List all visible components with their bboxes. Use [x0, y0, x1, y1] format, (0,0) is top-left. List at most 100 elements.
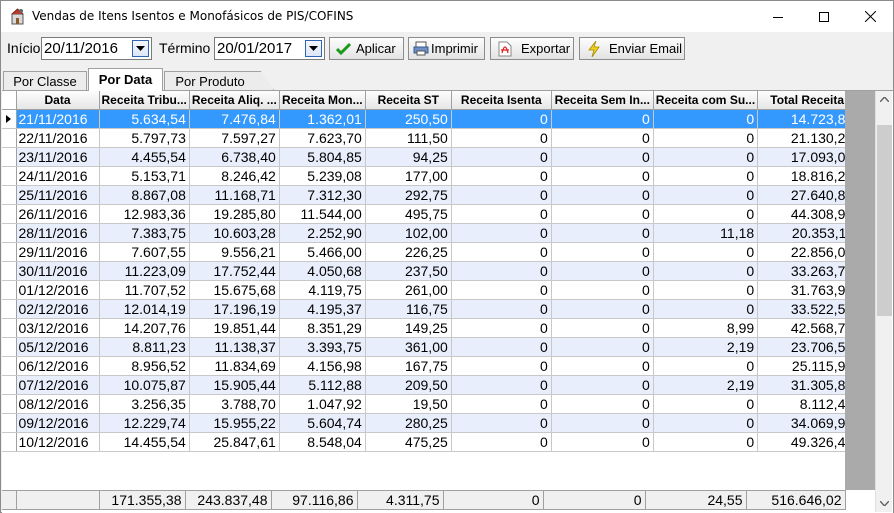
value-cell[interactable]: 17.752,44: [189, 261, 280, 281]
row-indicator-cell[interactable]: [2, 413, 17, 433]
column-header[interactable]: Receita Isenta: [451, 91, 552, 110]
value-cell[interactable]: 3.393,75: [279, 337, 366, 357]
value-cell[interactable]: 261,00: [365, 280, 452, 300]
table-row[interactable]: 10/12/2016 14.455,54 25.847,61 8.548,04 475,…: [2, 432, 858, 452]
column-header[interactable]: Receita Tribu...: [99, 91, 190, 110]
value-cell[interactable]: 167,75: [365, 356, 452, 376]
row-indicator-cell[interactable]: [2, 242, 17, 262]
value-cell[interactable]: 0: [653, 394, 759, 414]
date-cell[interactable]: 29/11/2016: [16, 242, 100, 262]
value-cell[interactable]: 116,75: [365, 299, 452, 319]
value-cell[interactable]: 21.130,20: [757, 128, 858, 148]
close-button[interactable]: [847, 1, 893, 32]
row-indicator-cell[interactable]: [2, 280, 17, 300]
value-cell[interactable]: 12.014,19: [99, 299, 190, 319]
column-header[interactable]: Data: [16, 91, 100, 110]
table-row[interactable]: 22/11/2016 5.797,73 7.597,27 7.623,70 111,50…: [2, 128, 858, 148]
value-cell[interactable]: 361,00: [365, 337, 452, 357]
value-cell[interactable]: 8.867,08: [99, 185, 190, 205]
value-cell[interactable]: 5.804,85: [279, 147, 366, 167]
value-cell[interactable]: 0: [653, 147, 759, 167]
value-cell[interactable]: 226,25: [365, 242, 452, 262]
value-cell[interactable]: 7.623,70: [279, 128, 366, 148]
value-cell[interactable]: 5.797,73: [99, 128, 190, 148]
column-header[interactable]: Receita com Su...: [653, 91, 759, 110]
value-cell[interactable]: 33.522,50: [757, 299, 858, 319]
value-cell[interactable]: 7.312,30: [279, 185, 366, 205]
table-row[interactable]: 26/11/2016 12.983,36 19.285,80 11.544,00 495…: [2, 204, 858, 224]
scroll-up-button[interactable]: [876, 91, 893, 108]
value-cell[interactable]: 25.115,94: [757, 356, 858, 376]
value-cell[interactable]: 14.455,54: [99, 432, 190, 452]
scroll-thumb[interactable]: [877, 125, 892, 316]
row-indicator-cell[interactable]: [2, 223, 17, 243]
value-cell[interactable]: 0: [451, 432, 552, 452]
value-cell[interactable]: 0: [551, 375, 654, 395]
row-indicator-cell[interactable]: [2, 166, 17, 186]
value-cell[interactable]: 0: [551, 128, 654, 148]
table-row[interactable]: 05/12/2016 8.811,23 11.138,37 3.393,75 361,0…: [2, 337, 858, 357]
value-cell[interactable]: 0: [551, 337, 654, 357]
value-cell[interactable]: 0: [551, 242, 654, 262]
value-cell[interactable]: 18.816,21: [757, 166, 858, 186]
start-date-dropdown[interactable]: [132, 40, 149, 57]
value-cell[interactable]: 0: [451, 109, 552, 129]
value-cell[interactable]: 19.285,80: [189, 204, 280, 224]
value-cell[interactable]: 111,50: [365, 128, 452, 148]
value-cell[interactable]: 0: [451, 147, 552, 167]
value-cell[interactable]: 0: [653, 299, 759, 319]
value-cell[interactable]: 0: [551, 223, 654, 243]
date-cell[interactable]: 07/12/2016: [16, 375, 100, 395]
value-cell[interactable]: 19,50: [365, 394, 452, 414]
value-cell[interactable]: 0: [451, 413, 552, 433]
maximize-button[interactable]: [801, 1, 847, 32]
date-cell[interactable]: 06/12/2016: [16, 356, 100, 376]
value-cell[interactable]: 17.196,19: [189, 299, 280, 319]
value-cell[interactable]: 4.455,54: [99, 147, 190, 167]
date-cell[interactable]: 03/12/2016: [16, 318, 100, 338]
row-indicator-cell[interactable]: [2, 337, 17, 357]
value-cell[interactable]: 2,19: [653, 337, 759, 357]
value-cell[interactable]: 0: [653, 185, 759, 205]
table-row[interactable]: 25/11/2016 8.867,08 11.168,71 7.312,30 292,7…: [2, 185, 858, 205]
value-cell[interactable]: 8.246,42: [189, 166, 280, 186]
value-cell[interactable]: 10.075,87: [99, 375, 190, 395]
row-indicator-cell[interactable]: [2, 432, 17, 452]
date-cell[interactable]: 01/12/2016: [16, 280, 100, 300]
table-row[interactable]: 29/11/2016 7.607,55 9.556,21 5.466,00 226,25…: [2, 242, 858, 262]
value-cell[interactable]: 9.556,21: [189, 242, 280, 262]
row-indicator-cell[interactable]: [2, 128, 17, 148]
value-cell[interactable]: 42.568,73: [757, 318, 858, 338]
value-cell[interactable]: 15.675,68: [189, 280, 280, 300]
date-cell[interactable]: 28/11/2016: [16, 223, 100, 243]
row-indicator-cell[interactable]: [2, 318, 17, 338]
value-cell[interactable]: 12.983,36: [99, 204, 190, 224]
value-cell[interactable]: 34.069,95: [757, 413, 858, 433]
date-cell[interactable]: 08/12/2016: [16, 394, 100, 414]
value-cell[interactable]: 14.207,76: [99, 318, 190, 338]
column-header[interactable]: Receita Mon...: [279, 91, 366, 110]
value-cell[interactable]: 0: [451, 299, 552, 319]
value-cell[interactable]: 0: [451, 318, 552, 338]
date-cell[interactable]: 10/12/2016: [16, 432, 100, 452]
value-cell[interactable]: 94,25: [365, 147, 452, 167]
scroll-down-button[interactable]: [876, 495, 893, 512]
row-indicator-cell[interactable]: [2, 375, 17, 395]
value-cell[interactable]: 0: [551, 394, 654, 414]
value-cell[interactable]: 20.353,11: [757, 223, 858, 243]
value-cell[interactable]: 12.229,74: [99, 413, 190, 433]
value-cell[interactable]: 0: [653, 280, 759, 300]
value-cell[interactable]: 11.223,09: [99, 261, 190, 281]
value-cell[interactable]: 0: [451, 261, 552, 281]
value-cell[interactable]: 0: [551, 299, 654, 319]
table-row[interactable]: 08/12/2016 3.256,35 3.788,70 1.047,92 19,50 0…: [2, 394, 858, 414]
value-cell[interactable]: 31.305,88: [757, 375, 858, 395]
row-indicator-cell[interactable]: [2, 109, 17, 129]
date-cell[interactable]: 25/11/2016: [16, 185, 100, 205]
table-row[interactable]: 28/11/2016 7.383,75 10.603,28 2.252,90 102,0…: [2, 223, 858, 243]
value-cell[interactable]: 7.597,27: [189, 128, 280, 148]
row-indicator-cell[interactable]: [2, 356, 17, 376]
value-cell[interactable]: 177,00: [365, 166, 452, 186]
value-cell[interactable]: 0: [551, 185, 654, 205]
value-cell[interactable]: 11.168,71: [189, 185, 280, 205]
